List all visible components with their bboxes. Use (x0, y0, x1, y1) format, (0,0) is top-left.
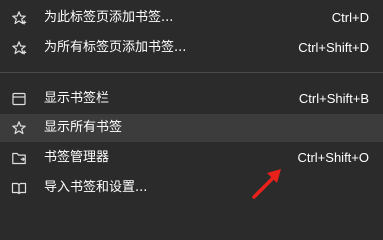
star-icon (11, 120, 27, 136)
bookmarks-menu: 为此标签页添加书签... Ctrl+D 为所有标签页添加书签... Ctrl+S… (0, 0, 383, 209)
menu-item-label: 为所有标签页添加书签... (44, 40, 187, 55)
menu-item-label: 显示书签栏 (44, 91, 110, 106)
annotation-arrow-icon (248, 163, 288, 203)
menu-item-shortcut: Ctrl+Shift+O (297, 150, 369, 165)
menu-item-import-bookmarks[interactable]: 导入书签和设置... (0, 174, 383, 202)
folder-icon (11, 150, 27, 166)
menu-item-label: 书签管理器 (44, 150, 110, 165)
menu-item-show-bookmarks-bar[interactable]: 显示书签栏 Ctrl+Shift+B (0, 85, 383, 113)
star-icon (11, 40, 27, 56)
menu-item-label: 导入书签和设置... (44, 180, 148, 195)
bookmark-bar-icon (11, 91, 27, 107)
menu-item-label: 显示所有书签 (44, 120, 123, 135)
menu-item-shortcut: Ctrl+Shift+D (298, 40, 369, 55)
menu-item-bookmark-manager[interactable]: 书签管理器 Ctrl+Shift+O (0, 144, 383, 172)
menu-separator (0, 72, 383, 73)
book-icon (11, 180, 27, 196)
menu-item-shortcut: Ctrl+D (331, 10, 369, 25)
menu-item-bookmark-this-tab[interactable]: 为此标签页添加书签... Ctrl+D (0, 4, 383, 32)
menu-item-shortcut: Ctrl+Shift+B (298, 91, 369, 106)
star-icon (11, 10, 27, 26)
menu-item-bookmark-all-tabs[interactable]: 为所有标签页添加书签... Ctrl+Shift+D (0, 34, 383, 62)
menu-item-show-all-bookmarks[interactable]: 显示所有书签 (0, 114, 383, 142)
menu-item-label: 为此标签页添加书签... (44, 10, 174, 25)
